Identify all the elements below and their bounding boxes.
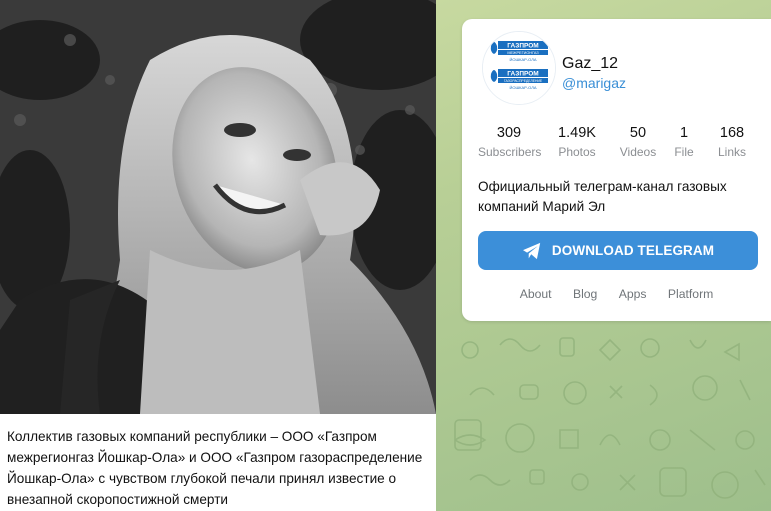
stat-label: Photos	[558, 145, 596, 159]
stat-videos: 50 Videos	[616, 124, 660, 160]
link-blog[interactable]: Blog	[573, 287, 597, 301]
stat-subscribers: 309 Subscribers	[478, 124, 542, 160]
link-platform[interactable]: Platform	[668, 287, 713, 301]
post-photo[interactable]	[0, 0, 436, 414]
gazprom-logo-icon: ГАЗПРОМ МЕЖРЕГИОНГАЗ ЙОШКАР-ОЛА ГАЗПРОМ …	[483, 32, 555, 104]
stat-label: Links	[717, 145, 746, 159]
telegram-plane-icon	[522, 242, 541, 259]
link-about[interactable]: About	[520, 287, 552, 301]
link-apps[interactable]: Apps	[619, 287, 647, 301]
channel-name: Gaz_12	[562, 55, 619, 72]
channel-post: Коллектив газовых компаний республики – …	[0, 0, 436, 511]
footer-links: About Blog Apps Platform	[462, 287, 771, 301]
channel-avatar[interactable]: ГАЗПРОМ МЕЖРЕГИОНГАЗ ЙОШКАР-ОЛА ГАЗПРОМ …	[482, 31, 556, 105]
stat-photos: 1.49K Photos	[552, 124, 602, 160]
stat-label: Videos	[619, 145, 657, 159]
stat-files: 1 File	[670, 124, 698, 160]
logo-line6: ЙОШКАР-ОЛА	[509, 85, 536, 90]
stat-label: File	[674, 145, 694, 159]
channel-card: ГАЗПРОМ МЕЖРЕГИОНГАЗ ЙОШКАР-ОЛА ГАЗПРОМ …	[462, 19, 771, 321]
channel-description: Официальный телеграм-канал газовых компа…	[478, 179, 727, 214]
stat-value: 168	[719, 125, 745, 141]
logo-line2: МЕЖРЕГИОНГАЗ	[507, 51, 539, 55]
post-text: Коллектив газовых компаний республики – …	[7, 429, 423, 507]
download-label: DOWNLOAD TELEGRAM	[551, 243, 715, 258]
stat-value: 50	[629, 125, 647, 141]
stat-value: 1	[679, 125, 689, 141]
portrait-photo	[0, 0, 436, 414]
stat-label: Subscribers	[478, 145, 542, 159]
stat-value: 309	[496, 125, 522, 141]
logo-line3: ЙОШКАР-ОЛА	[509, 57, 536, 62]
logo-line4: ГАЗПРОМ	[507, 71, 538, 78]
channel-handle[interactable]: @marigaz	[562, 75, 626, 91]
download-telegram-button[interactable]: DOWNLOAD TELEGRAM	[478, 231, 758, 270]
logo-line1: ГАЗПРОМ	[507, 43, 538, 50]
stat-links: 168 Links	[712, 124, 752, 160]
stat-value: 1.49K	[558, 125, 596, 141]
logo-line5: ГАЗОРАСПРЕДЕЛЕНИЕ	[504, 79, 543, 83]
